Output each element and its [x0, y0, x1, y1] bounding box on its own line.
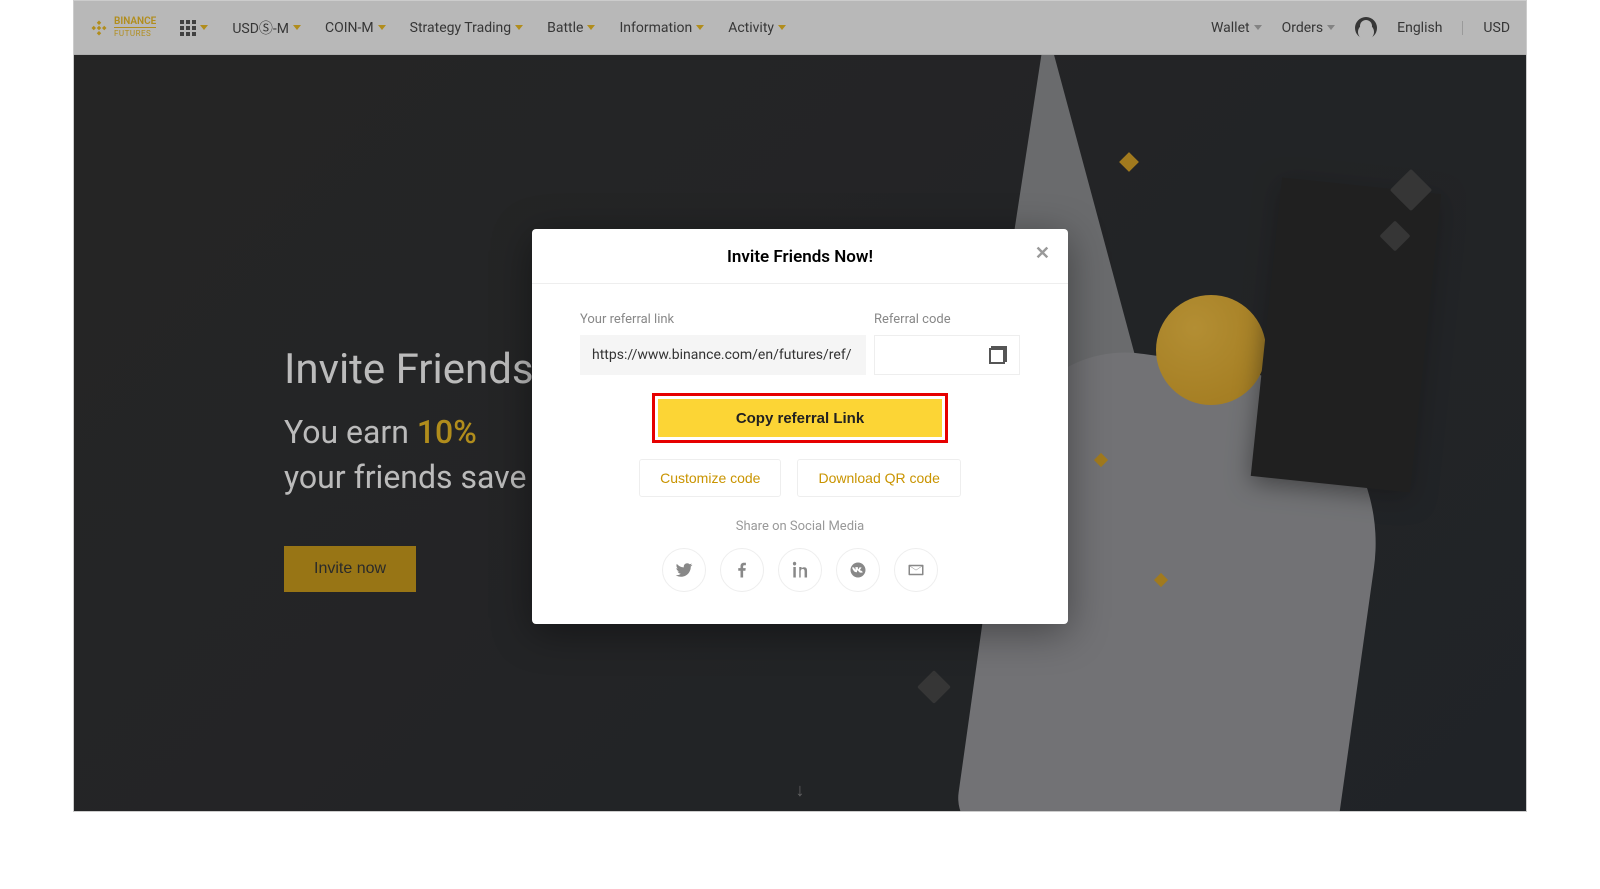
facebook-icon: [733, 561, 751, 579]
customize-code-button[interactable]: Customize code: [639, 459, 781, 497]
referral-code-input[interactable]: [874, 335, 1020, 375]
share-facebook-button[interactable]: [720, 548, 764, 592]
referral-link-value: https://www.binance.com/en/futures/ref/: [592, 347, 851, 363]
copy-referral-link-button[interactable]: Copy referral Link: [658, 399, 942, 437]
share-vk-button[interactable]: [836, 548, 880, 592]
referral-link-input[interactable]: https://www.binance.com/en/futures/ref/: [580, 335, 866, 375]
referral-link-label: Your referral link: [580, 312, 866, 327]
share-linkedin-button[interactable]: [778, 548, 822, 592]
download-qr-button[interactable]: Download QR code: [797, 459, 960, 497]
referral-code-field: Referral code: [874, 312, 1020, 375]
copy-link-highlight-box: Copy referral Link: [652, 393, 948, 443]
linkedin-icon: [791, 561, 809, 579]
modal-body: Your referral link https://www.binance.c…: [532, 284, 1068, 624]
close-icon[interactable]: ✕: [1035, 243, 1050, 264]
referral-link-field: Your referral link https://www.binance.c…: [580, 312, 866, 375]
vk-icon: [849, 561, 867, 579]
app-window: BINANCE FUTURES USDⓈ-M COIN-M Strategy T…: [73, 0, 1527, 812]
invite-friends-modal: Invite Friends Now! ✕ Your referral link…: [532, 229, 1068, 624]
share-twitter-button[interactable]: [662, 548, 706, 592]
twitter-icon: [675, 561, 693, 579]
copy-icon[interactable]: [989, 346, 1007, 364]
modal-title-text: Invite Friends Now!: [727, 247, 873, 267]
modal-title: Invite Friends Now! ✕: [532, 229, 1068, 284]
email-icon: [907, 561, 925, 579]
share-on-social-label: Share on Social Media: [580, 519, 1020, 534]
share-email-button[interactable]: [894, 548, 938, 592]
referral-code-label: Referral code: [874, 312, 1020, 327]
